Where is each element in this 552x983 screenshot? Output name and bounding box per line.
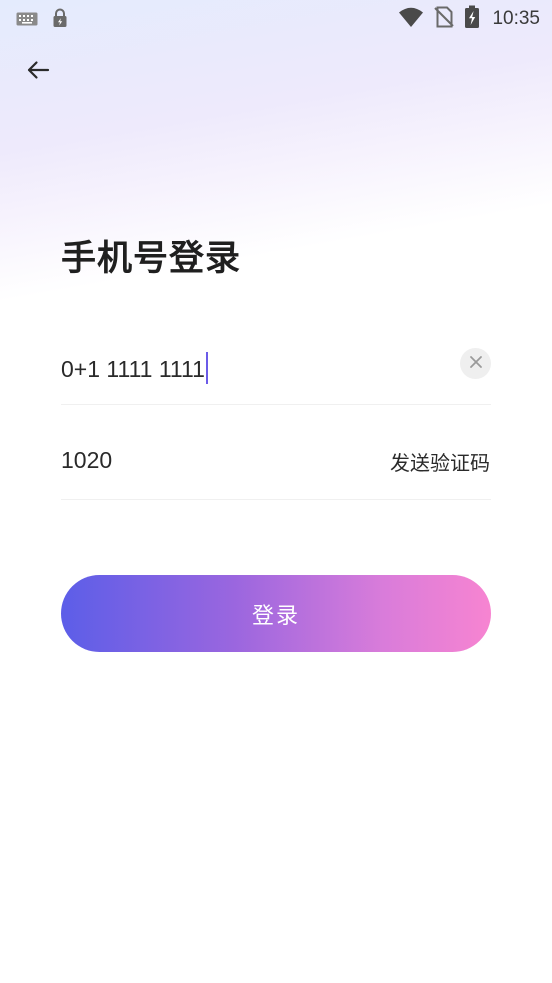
back-button[interactable] [22,58,54,86]
keyboard-icon [16,11,38,30]
verification-code-input[interactable]: 1020 [61,447,112,474]
arrow-left-icon [26,60,50,84]
phone-input[interactable]: 0+1 1111 1111 [61,352,208,384]
status-bar: 10:35 [0,0,552,36]
lock-icon [52,8,68,32]
status-bar-left [16,8,68,32]
battery-charging-icon [464,5,480,33]
wifi-icon [398,6,424,32]
text-caret [205,352,208,384]
no-sim-icon [434,6,455,32]
page-title: 手机号登录 [61,239,242,279]
login-button[interactable]: 登录 [61,575,491,652]
phone-field[interactable]: 0+1 1111 1111 [61,308,491,405]
clear-phone-button[interactable] [460,348,491,379]
close-icon [469,354,483,373]
phone-input-value: 0+1 1111 1111 [61,356,205,382]
status-time: 10:35 [492,8,540,29]
status-bar-right: 10:35 [398,5,540,33]
verification-code-field[interactable]: 1020 发送验证码 [61,403,491,500]
send-code-button[interactable]: 发送验证码 [390,447,490,476]
login-button-label: 登录 [251,603,300,629]
